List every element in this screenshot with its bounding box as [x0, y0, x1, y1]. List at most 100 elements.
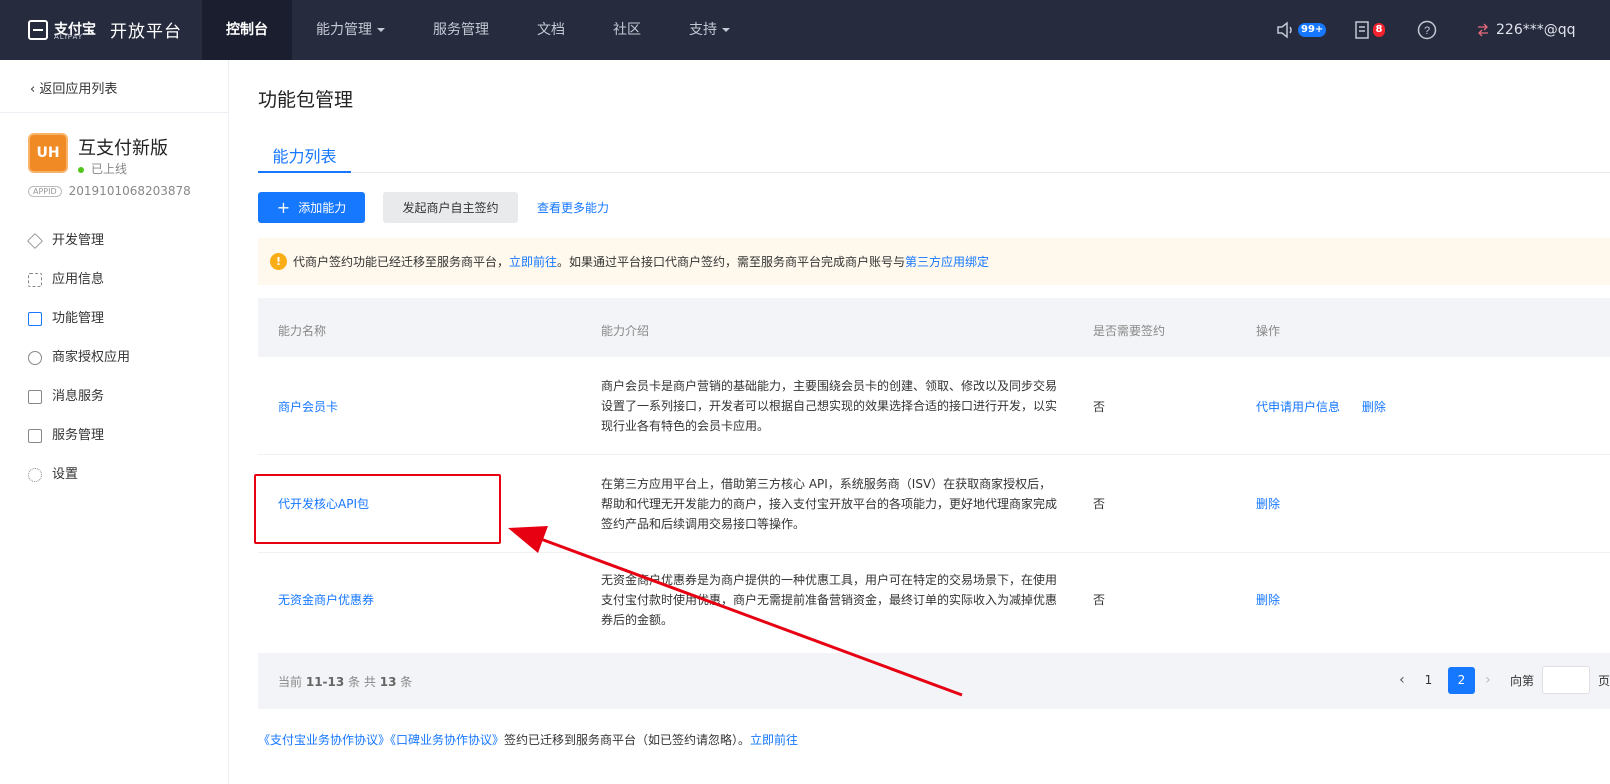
copy-icon	[28, 312, 42, 326]
grid-icon	[28, 273, 42, 287]
page-1[interactable]: 1	[1415, 667, 1442, 694]
add-capability-label: 添加能力	[298, 201, 347, 215]
sidebar-item-functions[interactable]: 功能管理	[28, 308, 130, 347]
sign-required: 否	[1093, 497, 1106, 511]
action-bar: + 添加能力 发起商户自主签约 查看更多能力	[258, 192, 609, 223]
sidebar-menu: 开发管理 应用信息 功能管理 商家授权应用 消息服务 服务管理 设置	[27, 230, 130, 503]
nav-docs[interactable]: 文档	[513, 0, 589, 60]
alipay-agreement-link[interactable]: 《支付宝业务协作协议》	[258, 733, 390, 747]
nav-capability-label: 能力管理	[316, 22, 372, 38]
main-nav: 控制台 能力管理 服务管理 文档 社区 支持	[202, 0, 754, 60]
back-to-app-list[interactable]: ‹ 返回应用列表	[30, 78, 117, 97]
layers-icon	[27, 233, 43, 249]
speaker-icon	[1277, 21, 1292, 39]
main-content: 功能包管理 能力列表 + 添加能力 发起商户自主签约 查看更多能力 ! 代商户签…	[258, 60, 1610, 784]
apply-user-info-link[interactable]: 代申请用户信息	[1256, 400, 1340, 414]
sidebar-item-services[interactable]: 服务管理	[28, 425, 130, 464]
tasks-button[interactable]: 8	[1353, 0, 1385, 60]
appid-value: 2019101068203878	[68, 184, 191, 198]
notice-text: 代商户签约功能已经迁移至服务商平台，	[293, 255, 510, 269]
capability-name-link[interactable]: 无资金商户优惠券	[278, 591, 374, 608]
platform-title: 开放平台	[110, 22, 182, 42]
brand-name-en: ALIPAY	[54, 33, 84, 41]
agreement-go-link[interactable]: 立即前往	[750, 733, 798, 747]
page-2[interactable]: 2	[1447, 666, 1475, 694]
plus-icon: +	[276, 198, 291, 217]
summary-prefix: 当前	[278, 675, 303, 689]
sidebar-item-label: 设置	[52, 467, 79, 482]
notice-banner: ! 代商户签约功能已经迁移至服务商平台， 立即前往 。如果通过平台接口代商户签约…	[258, 238, 1610, 285]
ops: 代申请用户信息 删除	[1256, 398, 1386, 415]
warning-icon: !	[270, 253, 287, 270]
help-icon: ?	[1417, 20, 1437, 40]
app-logo: UH	[28, 133, 68, 173]
capability-desc: 在第三方应用平台上，借助第三方核心 API，系统服务商（ISV）在获取商家授权后…	[601, 477, 1058, 531]
nav-console-label: 控制台	[226, 22, 268, 38]
capability-desc: 无资金商户优惠券是为商户提供的一种优惠工具，用户可在特定的交易场景下，在使用支付…	[601, 573, 1058, 627]
col-name-header: 能力名称	[278, 324, 327, 338]
agreement-notice: 《支付宝业务协作协议》《口碑业务协作协议》签约已迁移到服务商平台（如已签约请忽略…	[258, 731, 798, 748]
merchant-sign-button[interactable]: 发起商户自主签约	[383, 192, 518, 223]
notice-go-link[interactable]: 立即前往	[509, 253, 557, 270]
alipay-logo-icon	[28, 19, 48, 40]
third-party-bind-link[interactable]: 第三方应用绑定	[905, 253, 989, 270]
summary-mid: 条 共	[348, 675, 376, 689]
switch-icon	[1478, 23, 1488, 37]
koubei-agreement-link[interactable]: 《口碑业务协作协议》	[390, 733, 504, 747]
appid-tag: APPID	[28, 185, 62, 197]
add-capability-button[interactable]: + 添加能力	[258, 192, 365, 223]
app-status-label: 已上线	[91, 162, 128, 176]
alipay-brand[interactable]: 支付宝 ALIPAY 开放平台	[28, 17, 182, 42]
task-list-icon	[1355, 21, 1369, 39]
sidebar-item-appinfo[interactable]: 应用信息	[28, 269, 130, 308]
sidebar: ‹ 返回应用列表 UH 互支付新版 已上线 APPID 201910106820…	[0, 60, 229, 784]
sidebar-item-label: 商家授权应用	[52, 350, 131, 365]
table-row: 商户会员卡 商户会员卡是商户营销的基础能力，主要围绕会员卡的创建、领取、修改以及…	[258, 357, 1610, 455]
agreement-text: 签约已迁移到服务商平台（如已签约请忽略）。	[504, 733, 751, 747]
delete-link[interactable]: 删除	[1256, 495, 1280, 512]
summary-suffix: 条	[400, 675, 413, 689]
nav-service[interactable]: 服务管理	[409, 0, 513, 60]
page-jump-input[interactable]	[1541, 666, 1590, 694]
sidebar-item-messages[interactable]: 消息服务	[28, 386, 130, 425]
user-account[interactable]: 226***@qq	[1476, 0, 1576, 60]
nav-service-label: 服务管理	[433, 22, 489, 38]
gear-icon	[28, 468, 42, 482]
annotation-highlight-box	[254, 474, 501, 544]
user-name: 226***@qq	[1496, 22, 1576, 38]
more-capabilities-link[interactable]: 查看更多能力	[537, 199, 609, 216]
task-badge: 8	[1373, 23, 1385, 37]
user-icon	[28, 351, 42, 365]
delete-link[interactable]: 删除	[1256, 591, 1280, 608]
sidebar-item-label: 开发管理	[52, 233, 105, 248]
summary-range: 11-13	[305, 675, 345, 689]
table-row: 无资金商户优惠券 无资金商户优惠券是为商户提供的一种优惠工具，用户可在特定的交易…	[258, 553, 1610, 651]
nav-community[interactable]: 社区	[589, 0, 665, 60]
caret-down-icon	[377, 28, 385, 32]
sidebar-item-merchant-auth[interactable]: 商家授权应用	[28, 347, 130, 386]
monitor-icon	[28, 390, 42, 404]
capability-desc: 商户会员卡是商户营销的基础能力，主要围绕会员卡的创建、领取、修改以及同步交易设置…	[601, 379, 1058, 433]
nav-support[interactable]: 支持	[665, 0, 754, 60]
nav-capability[interactable]: 能力管理	[292, 0, 409, 60]
sidebar-item-label: 应用信息	[52, 272, 105, 287]
col-ops-header: 操作	[1256, 324, 1281, 338]
back-label: 返回应用列表	[39, 82, 118, 97]
service-icon	[28, 429, 42, 443]
divider	[0, 112, 229, 113]
col-sign-header: 是否需要签约	[1093, 324, 1166, 338]
prev-page-icon[interactable]: ‹	[1392, 672, 1412, 688]
help-button[interactable]: ?	[1417, 0, 1437, 60]
next-page-icon[interactable]: ›	[1478, 672, 1498, 688]
tab-capability-list[interactable]: 能力列表	[258, 143, 351, 173]
nav-console[interactable]: 控制台	[202, 0, 292, 60]
notifications-button[interactable]: 99+	[1276, 0, 1327, 60]
delete-link[interactable]: 删除	[1362, 400, 1386, 414]
svg-text:?: ?	[1424, 25, 1430, 37]
app-name: 互支付新版	[78, 138, 168, 159]
table-footer: 当前 11-13 条 共 13 条 ‹ 1 2 › 向第 页	[258, 653, 1610, 709]
nav-docs-label: 文档	[537, 22, 565, 38]
sidebar-item-dev[interactable]: 开发管理	[27, 230, 130, 269]
sidebar-item-settings[interactable]: 设置	[28, 464, 130, 503]
capability-name-link[interactable]: 商户会员卡	[278, 398, 338, 415]
